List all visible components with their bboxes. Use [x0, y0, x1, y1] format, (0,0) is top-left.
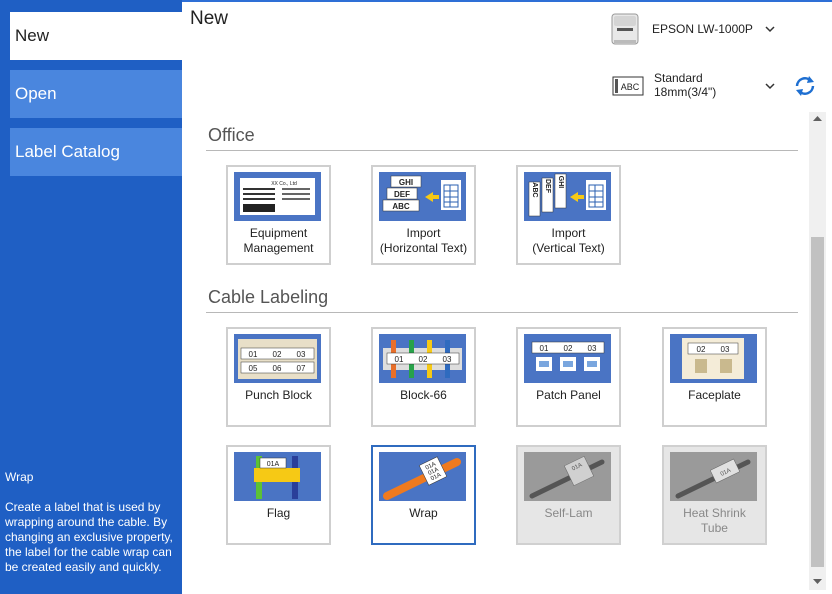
- import-vertical-thumbnail: ABC DEF GHI: [524, 172, 611, 221]
- chevron-down-icon[interactable]: [763, 79, 777, 93]
- svg-text:02: 02: [419, 355, 428, 364]
- sidebar: New Open Label Catalog Wrap Create a lab…: [0, 0, 182, 594]
- tile-label: Faceplate: [688, 388, 741, 402]
- svg-text:05: 05: [249, 364, 258, 373]
- svg-text:GHI: GHI: [557, 176, 564, 189]
- sidebar-item-open[interactable]: Open: [10, 70, 182, 118]
- tile-label: Import (Vertical Text): [532, 226, 605, 255]
- tile-heat-shrink-tube[interactable]: 01A Heat Shrink Tube: [662, 445, 767, 545]
- svg-text:DEF: DEF: [394, 190, 410, 199]
- section-title-office: Office: [208, 125, 255, 145]
- svg-text:02: 02: [564, 344, 573, 353]
- svg-text:01: 01: [540, 344, 549, 353]
- tile-label: Punch Block: [245, 388, 312, 402]
- tile-wrap[interactable]: 01A 01A 01A Wrap: [371, 445, 476, 545]
- svg-text:ABC: ABC: [621, 82, 640, 92]
- scrollbar-thumb[interactable]: [811, 237, 824, 567]
- wrap-thumbnail: 01A 01A 01A: [379, 452, 466, 501]
- heat-shrink-tube-thumbnail: 01A: [670, 452, 757, 501]
- scroll-up-icon[interactable]: [809, 112, 826, 126]
- tile-punch-block[interactable]: 01 02 03 05 06 07 Punch Block: [226, 327, 331, 427]
- block-66-thumbnail: 01 02 03: [379, 334, 466, 383]
- section-title-cable-labeling: Cable Labeling: [208, 287, 329, 307]
- tile-equipment-management[interactable]: XX Co., Ltd Equipment Management: [226, 165, 331, 265]
- description-text: Create a label that is used by wrapping …: [5, 500, 173, 574]
- svg-text:07: 07: [297, 364, 306, 373]
- equipment-label-thumbnail: XX Co., Ltd: [234, 172, 321, 221]
- sidebar-item-label-catalog[interactable]: Label Catalog: [10, 128, 182, 176]
- flag-thumbnail: 01A: [234, 452, 321, 501]
- tile-flag[interactable]: 01A Flag: [226, 445, 331, 545]
- self-lam-thumbnail: 01A: [524, 452, 611, 501]
- faceplate-thumbnail: 02 03: [670, 334, 757, 383]
- tape-type: Standard: [654, 71, 703, 85]
- section-divider: [206, 150, 798, 151]
- chevron-down-icon[interactable]: [763, 22, 777, 36]
- tile-label: Import (Horizontal Text): [379, 226, 468, 255]
- scroll-down-icon[interactable]: [809, 574, 826, 588]
- svg-text:03: 03: [588, 344, 597, 353]
- svg-text:03: 03: [721, 345, 730, 354]
- tile-block-66[interactable]: 01 02 03 Block-66: [371, 327, 476, 427]
- tile-label: Flag: [266, 506, 291, 520]
- punch-block-thumbnail: 01 02 03 05 06 07: [234, 334, 321, 383]
- svg-text:02: 02: [697, 345, 706, 354]
- svg-text:02: 02: [273, 350, 282, 359]
- svg-text:06: 06: [273, 364, 282, 373]
- import-horizontal-thumbnail: GHI DEF ABC: [379, 172, 466, 221]
- svg-text:DEF: DEF: [544, 179, 551, 194]
- tile-label: Block-66: [400, 388, 447, 402]
- svg-text:XX Co., Ltd: XX Co., Ltd: [271, 181, 297, 187]
- tape-width: 18mm(3/4"): [654, 85, 717, 99]
- svg-text:01A: 01A: [267, 461, 280, 468]
- tape-icon: ABC: [612, 76, 644, 96]
- refresh-icon[interactable]: [792, 73, 818, 99]
- tile-import-vertical[interactable]: ABC DEF GHI Import (Vertical Text): [516, 165, 621, 265]
- description-title: Wrap: [5, 470, 34, 484]
- tile-label: Heat Shrink Tube: [683, 506, 746, 535]
- svg-text:GHI: GHI: [399, 178, 413, 187]
- section-divider: [206, 312, 798, 313]
- svg-text:01: 01: [249, 350, 258, 359]
- tile-label: Wrap: [409, 506, 438, 520]
- page-title: New: [190, 8, 229, 29]
- patch-panel-thumbnail: 01 02 03: [524, 334, 611, 383]
- tile-label: Patch Panel: [536, 388, 601, 402]
- sidebar-item-new[interactable]: New: [10, 12, 182, 60]
- vertical-scrollbar[interactable]: [809, 112, 826, 590]
- tile-import-horizontal[interactable]: GHI DEF ABC Import (Horizontal Text): [371, 165, 476, 265]
- svg-text:03: 03: [443, 355, 452, 364]
- tile-label: Equipment Management: [243, 226, 314, 255]
- tile-faceplate[interactable]: 02 03 Faceplate: [662, 327, 767, 427]
- tile-patch-panel[interactable]: 01 02 03 Patch Panel: [516, 327, 621, 427]
- tape-selector[interactable]: Standard 18mm(3/4"): [654, 71, 716, 99]
- svg-text:ABC: ABC: [531, 182, 538, 197]
- tile-label: Self-Lam: [544, 506, 593, 520]
- tile-self-lam[interactable]: 01A Self-Lam: [516, 445, 621, 545]
- svg-text:03: 03: [297, 350, 306, 359]
- printer-icon: [611, 13, 639, 45]
- printer-name[interactable]: EPSON LW-1000P: [652, 22, 753, 36]
- svg-text:ABC: ABC: [392, 202, 410, 211]
- svg-text:01: 01: [395, 355, 404, 364]
